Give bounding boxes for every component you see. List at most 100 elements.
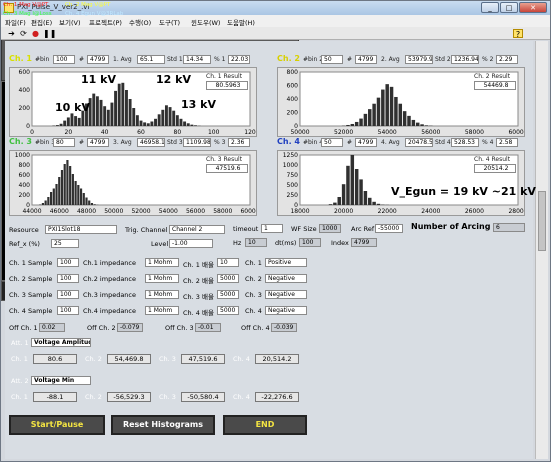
menu-item[interactable]: 윈도우(W) [191,17,220,27]
impedance-select[interactable]: 1 Mohm [145,290,179,299]
multiplier-input[interactable]: 5000 [217,290,239,299]
minimize-button[interactable]: _ [481,2,499,13]
multiplier-label: Ch. 3 배율 [183,293,214,301]
attribute-value: -88.1 [33,392,77,402]
bin-count-input[interactable]: 80 [53,138,75,147]
y-tick-label: 800 [19,162,31,169]
impedance-label: Ch.1 impedance [83,259,136,267]
menu-item[interactable]: 도움말(H) [227,17,255,27]
run-continuous-icon[interactable]: ⟳ [19,29,28,38]
y-tick-label: 1250 [283,152,298,159]
histogram-bar [341,184,346,205]
menu-item[interactable]: 보기(V) [59,17,80,27]
histogram-bar [337,197,341,205]
annotation-egun: V_Egun = 19 kV ~21 kV [391,185,536,198]
histogram-bar [52,188,55,205]
start-pause-button[interactable]: Start/Pause [9,415,105,435]
vertical-scrollbar[interactable] [535,41,548,459]
pause-icon[interactable]: ❚❚ [43,29,56,38]
annotation-kv10: 10 kV [55,101,90,114]
y-tick-label: 1000 [15,152,30,159]
sample-input[interactable]: 100 [57,306,79,315]
histogram-bar [66,160,69,205]
bin-count-input[interactable]: 50 [321,55,343,64]
trigger-channel-select[interactable]: Channel 2 [169,225,225,234]
ref-input[interactable]: 25 [51,239,79,248]
multiplier-input[interactable]: 10 [217,258,239,267]
menu-item[interactable]: 수행(O) [129,17,151,27]
close-button[interactable]: ✕ [519,2,547,13]
histogram-bar [103,106,107,126]
att2-title-select[interactable]: Voltage Min [31,376,91,385]
histogram-bar [77,185,80,205]
arc-ref-input[interactable]: -55000 [375,224,403,233]
menu-item[interactable]: 편집(E) [31,17,52,27]
reset-histograms-button[interactable]: Reset Histograms [111,415,215,435]
histogram-chart-2: 50000 52000 54000 56000 58000 60000 0 200 400 600… [277,67,528,137]
sample-input[interactable]: 100 [57,274,79,283]
menu-item[interactable]: 프로젝트(P) [89,17,122,27]
menu-item[interactable]: 파일(F) [5,17,26,27]
x-tick-label: 56000 [421,129,440,136]
resource-select[interactable]: PXI1Slot18 [45,225,117,234]
scroll-thumb[interactable] [538,191,546,251]
run-arrow-icon[interactable]: ➔ [7,29,16,38]
polarity-select[interactable]: Negative [265,306,307,315]
bin-count-input[interactable]: 100 [53,55,75,64]
impedance-select[interactable]: 1 Mohm [145,258,179,267]
legend-entry: Ch. 4 Egun V@3RLab [65,11,124,17]
bin-count-input[interactable]: 50 [321,138,343,147]
att2-label: Att. 2 [11,377,29,385]
polarity-select[interactable]: Negative [265,290,307,299]
multiplier-input[interactable]: 5000 [217,274,239,283]
count-label: # [79,56,85,63]
att1-title-select[interactable]: Voltage Amplitude [31,338,91,347]
histogram-bar [385,84,389,126]
result-value: 20514.2 [474,164,516,173]
menu-item[interactable]: 도구(T) [159,17,180,27]
percent-value: 22.03 [228,55,250,64]
polarity-select[interactable]: Negative [265,274,307,283]
histogram-bar [59,123,63,126]
maximize-button[interactable]: □ [500,2,518,13]
arc-ref-label: Arc Ref [351,225,375,233]
histogram-bar [154,118,157,126]
end-button[interactable]: END [223,415,307,435]
count-label: # [79,139,85,146]
histogram-bar [92,93,96,126]
x-tick-label: 52000 [131,208,150,215]
count-label: # [347,139,353,146]
attribute-channel-label: Ch. 3 [159,393,176,401]
x-tick-label: 24000 [421,208,440,215]
result-value: 47519.6 [206,164,248,173]
result-value: 54469.8 [474,81,516,90]
y-tick-label: 250 [287,192,299,199]
help-icon[interactable]: ? [513,29,523,39]
histogram-bar [172,110,176,126]
wf-size-label: WF Size [291,225,317,233]
polarity-select[interactable]: Positive [265,258,307,267]
x-tick-label: 54000 [378,129,397,136]
impedance-select[interactable]: 1 Mohm [145,306,179,315]
histogram-bar [55,125,59,126]
result-value: 80.5963 [206,81,248,90]
histogram-bar [363,113,368,126]
offset-value: -0.01 [195,323,221,332]
histogram-bar [381,89,385,126]
histogram-bar [88,200,91,205]
sample-input[interactable]: 100 [57,290,79,299]
abort-icon[interactable]: ● [31,29,40,38]
y-tick-label: 800 [287,69,299,76]
percent-label: % 3 [214,139,226,146]
level-input[interactable]: -1.00 [169,239,213,248]
attribute-channel-label: Ch. 1 [11,355,28,363]
sample-input[interactable]: 100 [57,258,79,267]
timeout-input[interactable]: 1 [261,224,283,233]
x-tick-label: 80 [174,129,182,136]
impedance-select[interactable]: 1 Mohm [145,274,179,283]
result-label: Ch. 1 Result [206,73,243,80]
histogram-bar [164,105,168,126]
sample-label: Ch. 4 Sample [9,307,53,315]
multiplier-input[interactable]: 5000 [217,306,239,315]
histogram-bar [125,90,128,126]
